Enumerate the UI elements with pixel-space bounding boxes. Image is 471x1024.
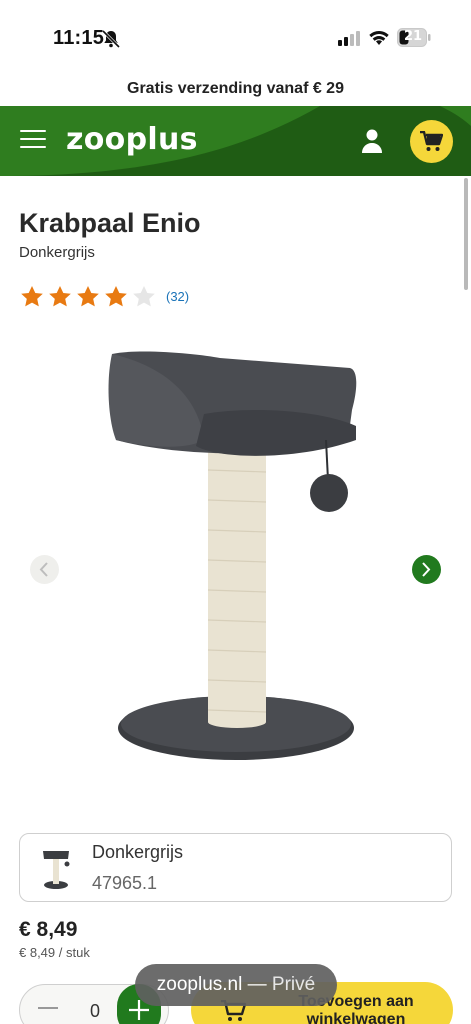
gallery-next-button[interactable] (412, 555, 441, 584)
unit-price: € 8,49 / stuk (19, 945, 90, 960)
product-gallery (0, 330, 471, 800)
menu-icon[interactable] (20, 130, 46, 150)
product-subtitle: Donkergrijs (19, 244, 95, 261)
star-filled-icon (21, 286, 43, 307)
url-host: zooplus.nl (156, 974, 243, 995)
user-icon[interactable] (360, 128, 384, 154)
page-scrollbar[interactable] (464, 178, 468, 290)
site-header: zooplus (0, 106, 471, 176)
zooplus-logo[interactable]: zooplus (66, 122, 198, 157)
minus-icon[interactable] (38, 1007, 58, 1009)
quantity-value[interactable]: 0 (90, 1001, 100, 1022)
browsing-mode: Privé (271, 974, 316, 995)
battery-level: 21 (404, 29, 423, 44)
status-time: 11:15 (53, 27, 105, 49)
product-price: € 8,49 (19, 918, 78, 941)
url-separator: — (247, 974, 267, 995)
add-to-cart-label-line2: winkelwagen (306, 1011, 406, 1024)
product-title: Krabpaal Enio (19, 208, 201, 238)
variant-selector[interactable]: Donkergrijs 47965.1 (19, 833, 452, 902)
wifi-icon (369, 30, 389, 45)
rating-stars (20, 285, 160, 308)
star-empty-icon (133, 286, 155, 307)
review-count-link[interactable]: (32) (166, 289, 189, 304)
free-shipping-banner: Gratis verzending vanaf € 29 (127, 80, 344, 97)
battery-icon: 21 (397, 28, 431, 47)
signal-icon (338, 31, 360, 46)
chevron-right-icon (422, 562, 431, 577)
cart-icon (420, 131, 443, 151)
product-rating[interactable]: (32) (20, 285, 189, 308)
gallery-prev-button[interactable] (30, 555, 59, 584)
status-bar: 11:15 21 (0, 0, 471, 72)
variant-name: Donkergrijs (92, 842, 184, 862)
variant-thumbnail (43, 851, 70, 889)
bell-muted-icon (101, 29, 121, 49)
variant-sku: 47965.1 (92, 873, 158, 893)
star-filled-icon (105, 286, 127, 307)
star-filled-icon (77, 286, 99, 307)
cart-button[interactable] (410, 120, 453, 163)
star-filled-icon (49, 286, 71, 307)
product-image-cat-scratching-post[interactable] (100, 340, 370, 760)
browser-url-pill[interactable]: zooplus.nl — Privé (135, 964, 337, 1006)
chevron-left-icon (39, 562, 48, 577)
